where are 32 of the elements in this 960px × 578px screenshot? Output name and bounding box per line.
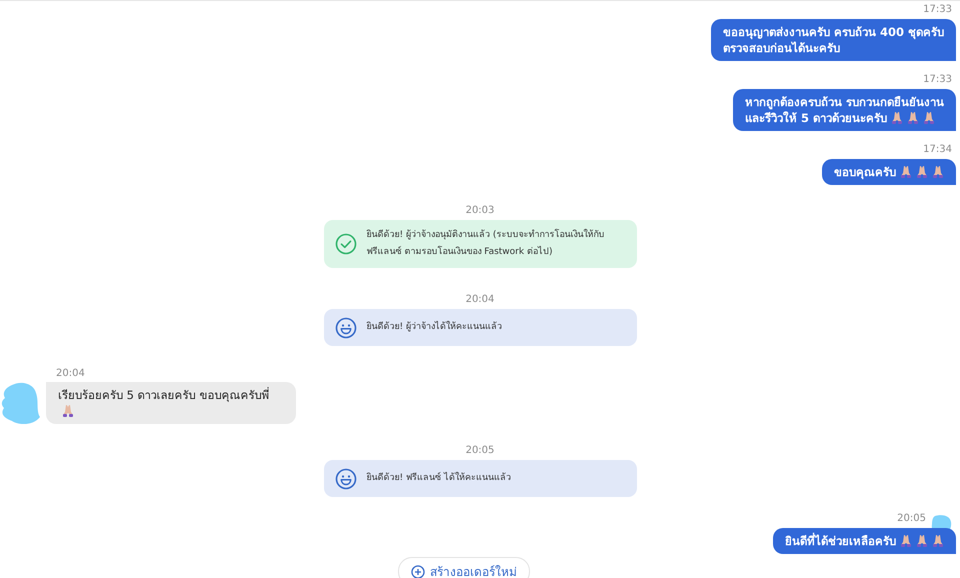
timestamp: 20:05	[466, 445, 494, 457]
message-bubble: เรียบร้อยครับ 5 ดาวเลยครับ ขอบคุณครับพี่	[46, 382, 296, 424]
message-bubble: หากถูกต้องครบถ้วน รบกวนกดยืนยันงาน และรีวิวให้ 5 ดาวด้วยนะครับ	[732, 89, 956, 131]
timestamp: 20:04	[56, 368, 86, 380]
praying-hands-icon	[916, 534, 928, 547]
system-notice: ยินดีด้วย! ผู้ว่าจ้างได้ให้คะแนนแล้ว	[324, 309, 636, 346]
timestamp: 17:33	[923, 4, 952, 16]
timestamp: 20:03	[466, 205, 494, 217]
praying-hands-icon	[923, 111, 935, 124]
praying-hands-icon	[932, 165, 944, 178]
plus-circle-icon	[411, 564, 425, 578]
system-notice: ยินดีด้วย! ฟรีแลนซ์ ได้ให้คะแนนแล้ว	[324, 460, 636, 497]
praying-hands-icon	[900, 165, 912, 178]
timestamp: 17:34	[923, 144, 952, 156]
message-bubble: ขออนุญาตส่งงานครับ ครบถ้วน 400 ชุดครับ ตรวจสอบก่อนได้นะครับ	[710, 19, 956, 61]
check-circle-icon	[334, 233, 356, 255]
timestamp: 20:05	[897, 513, 926, 525]
praying-hands-icon	[907, 111, 919, 124]
blurred-avatar	[0, 381, 40, 425]
new-order-button[interactable]: สร้างออเดอร์ใหม่	[398, 557, 530, 578]
praying-hands-icon	[891, 111, 903, 124]
praying-hands-icon	[916, 165, 928, 178]
smiley-face-icon	[334, 316, 356, 338]
praying-hands-icon	[932, 534, 944, 547]
message-bubble: ขอบคุณครับ	[822, 159, 956, 185]
system-notice: ยินดีด้วย! ผู้ว่าจ้างอนุมัติงานแล้ว (ระบบจะทำการโอนเงินให้กับ ฟรีแลนซ์ ตามรอบโอนเงินของ Fastwork ต่อไป)	[324, 220, 636, 268]
smiley-face-icon	[334, 468, 356, 490]
message-bubble: ยินดีที่ได้ช่วยเหลือครับ	[773, 528, 956, 554]
timestamp: 20:04	[466, 294, 494, 306]
timestamp: 17:33	[923, 74, 952, 86]
praying-hands-icon	[900, 534, 912, 547]
praying-hands-icon	[62, 404, 74, 417]
